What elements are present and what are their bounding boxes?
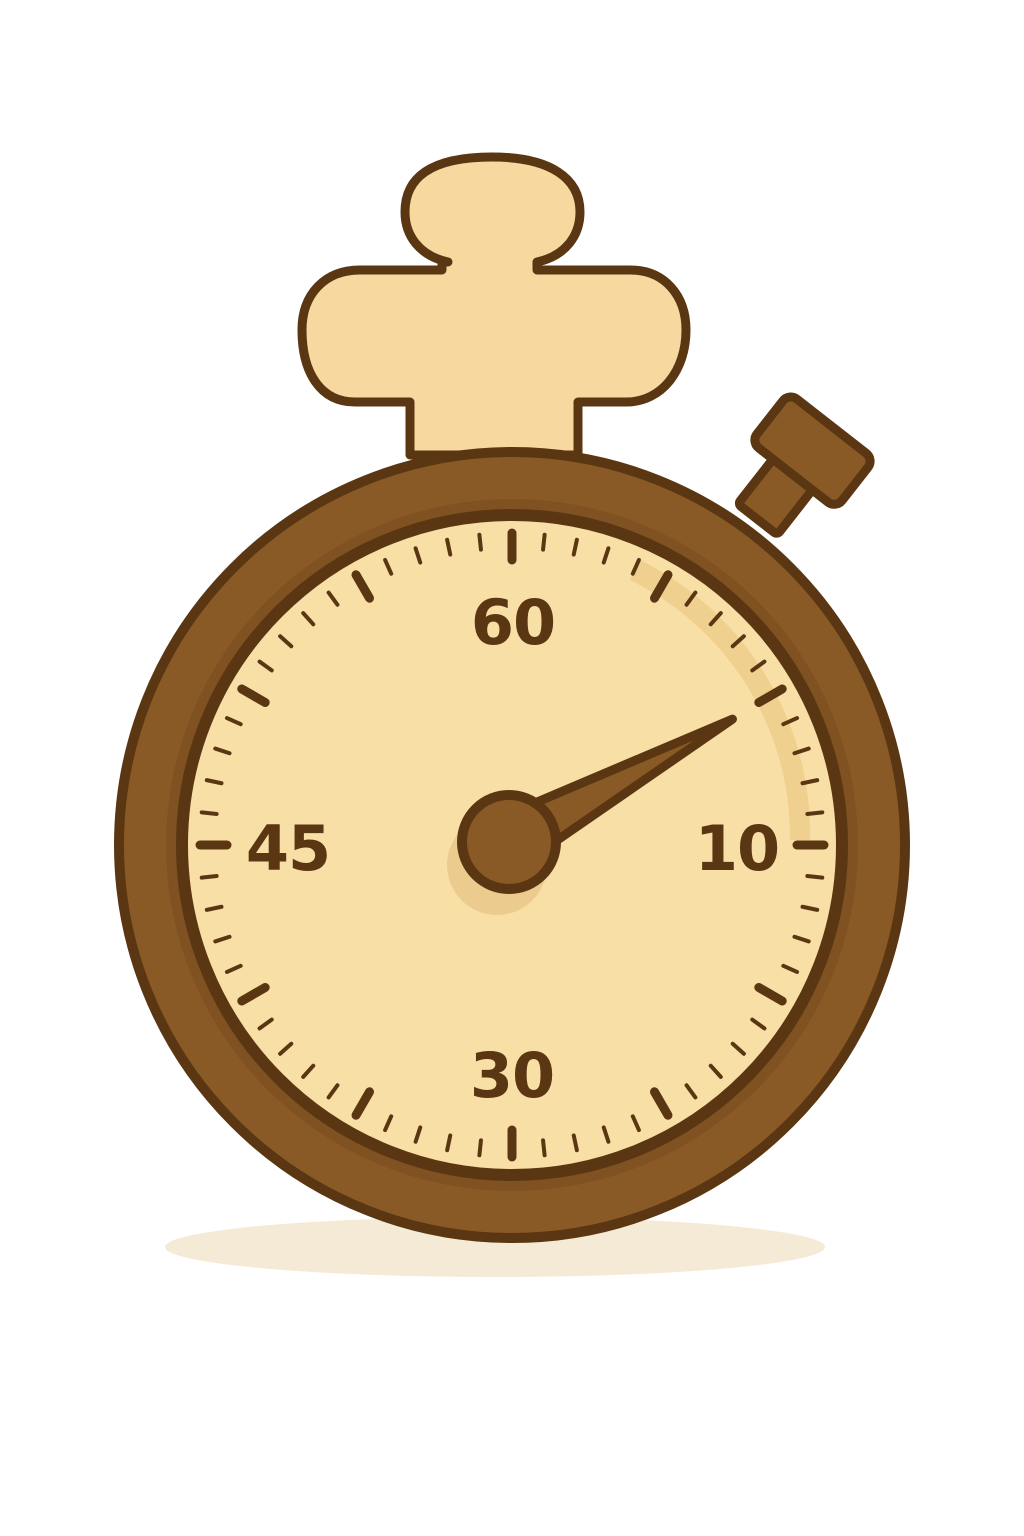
minor-tick xyxy=(805,810,825,816)
minor-tick xyxy=(199,874,219,880)
minor-tick xyxy=(477,532,483,552)
dial-label-60: 60 xyxy=(471,586,555,659)
dial-label-10: 10 xyxy=(695,812,779,885)
minor-tick xyxy=(541,532,547,552)
stopwatch-illustration: 60 10 30 45 xyxy=(0,0,1024,1536)
dial-label-30: 30 xyxy=(470,1039,554,1112)
hand-center-hub xyxy=(457,790,561,894)
dial-label-45: 45 xyxy=(246,812,330,885)
minor-tick xyxy=(477,1138,483,1158)
minor-tick xyxy=(541,1138,547,1158)
minor-tick xyxy=(805,874,825,880)
minor-tick xyxy=(199,810,219,816)
stopwatch-icon: 60 10 30 45 xyxy=(114,152,910,1277)
crown-knob xyxy=(297,152,691,460)
